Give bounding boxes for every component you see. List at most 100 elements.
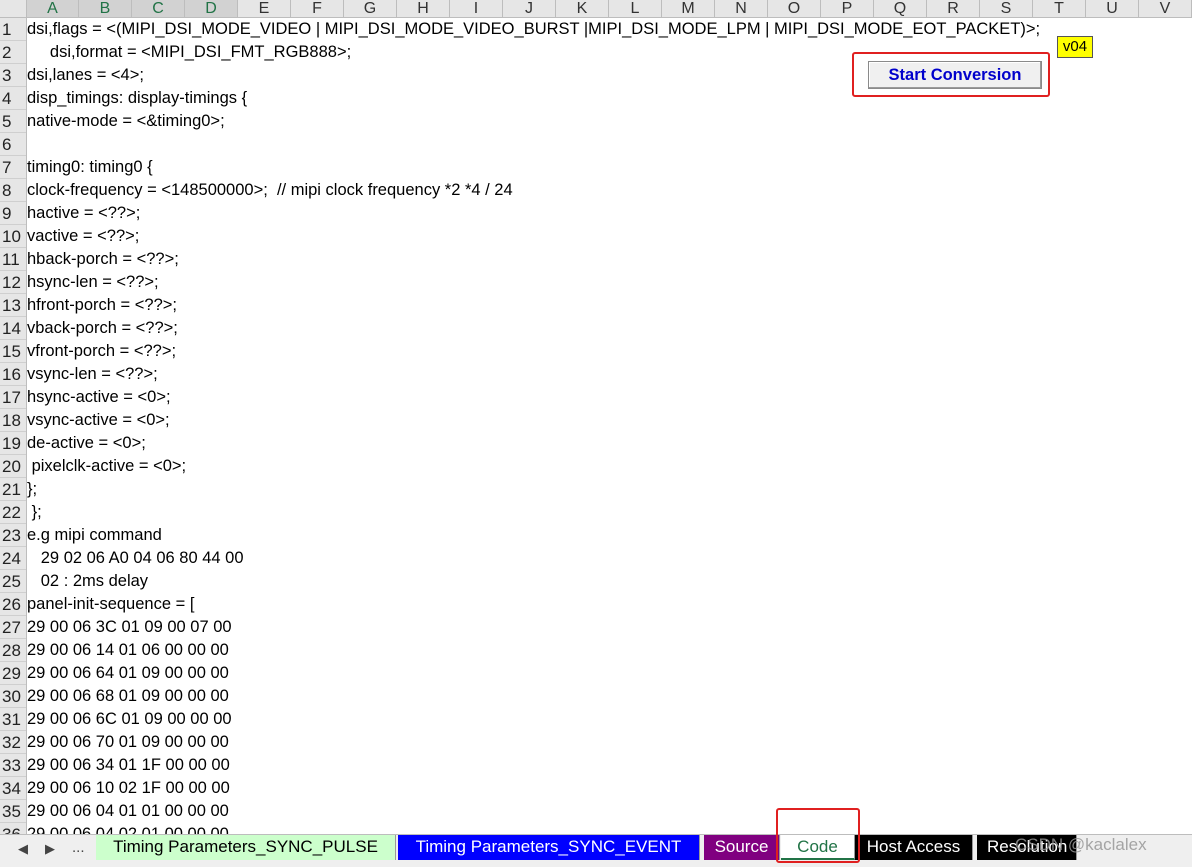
row-header-15[interactable]: 15 [0, 340, 26, 363]
cell-a24[interactable]: 29 02 06 A0 04 06 80 44 00 [27, 547, 1192, 570]
column-header-n[interactable]: N [715, 0, 768, 17]
cell-a29[interactable]: 29 00 06 64 01 09 00 00 00 [27, 662, 1192, 685]
column-header-s[interactable]: S [980, 0, 1033, 17]
cell-a30[interactable]: 29 00 06 68 01 09 00 00 00 [27, 685, 1192, 708]
tab-more-icon[interactable]: ... [72, 839, 85, 856]
cell-a17[interactable]: hsync-active = <0>; [27, 386, 1192, 409]
cell-a36[interactable]: 29 00 06 04 02 01 00 00 00 [27, 823, 1192, 834]
row-header-1[interactable]: 1 [0, 18, 26, 41]
cell-a13[interactable]: hfront-porch = <??>; [27, 294, 1192, 317]
row-header-35[interactable]: 35 [0, 800, 26, 823]
row-header-14[interactable]: 14 [0, 317, 26, 340]
cell-a1[interactable]: dsi,flags = <(MIPI_DSI_MODE_VIDEO | MIPI… [27, 18, 1192, 41]
cell-a23[interactable]: e.g mipi command [27, 524, 1192, 547]
row-header-7[interactable]: 7 [0, 156, 26, 179]
column-header-l[interactable]: L [609, 0, 662, 17]
column-header-u[interactable]: U [1086, 0, 1139, 17]
row-header-24[interactable]: 24 [0, 547, 26, 570]
row-header-17[interactable]: 17 [0, 386, 26, 409]
row-header-4[interactable]: 4 [0, 87, 26, 110]
cell-a32[interactable]: 29 00 06 70 01 09 00 00 00 [27, 731, 1192, 754]
cell-a31[interactable]: 29 00 06 6C 01 09 00 00 00 [27, 708, 1192, 731]
cell-a33[interactable]: 29 00 06 34 01 1F 00 00 00 [27, 754, 1192, 777]
tab-prev-icon[interactable]: ◀ [18, 841, 28, 857]
tab-next-icon[interactable]: ▶ [45, 841, 55, 857]
row-header-29[interactable]: 29 [0, 662, 26, 685]
column-header-e[interactable]: E [238, 0, 291, 17]
sheet-tab-host-access[interactable]: Host Access [855, 835, 973, 860]
row-header-19[interactable]: 19 [0, 432, 26, 455]
cell-a20[interactable]: pixelclk-active = <0>; [27, 455, 1192, 478]
select-all-corner[interactable] [0, 0, 27, 17]
column-header-c[interactable]: C [132, 0, 185, 17]
row-header-30[interactable]: 30 [0, 685, 26, 708]
sheet-tab-source[interactable]: Source [704, 835, 780, 860]
cell-a25[interactable]: 02 : 2ms delay [27, 570, 1192, 593]
sheet-tab-timing-parameters-sync-event[interactable]: Timing Parameters_SYNC_EVENT [398, 835, 700, 860]
cell-a27[interactable]: 29 00 06 3C 01 09 00 07 00 [27, 616, 1192, 639]
cell-a11[interactable]: hback-porch = <??>; [27, 248, 1192, 271]
column-header-j[interactable]: J [503, 0, 556, 17]
sheet-tab-code[interactable]: Code [781, 835, 855, 860]
cell-area[interactable]: dsi,flags = <(MIPI_DSI_MODE_VIDEO | MIPI… [27, 18, 1192, 834]
row-header-5[interactable]: 5 [0, 110, 26, 133]
row-header-27[interactable]: 27 [0, 616, 26, 639]
cell-a14[interactable]: vback-porch = <??>; [27, 317, 1192, 340]
column-header-r[interactable]: R [927, 0, 980, 17]
cell-a16[interactable]: vsync-len = <??>; [27, 363, 1192, 386]
cell-a5[interactable]: native-mode = <&timing0>; [27, 110, 1192, 133]
cell-a9[interactable]: hactive = <??>; [27, 202, 1192, 225]
cell-a12[interactable]: hsync-len = <??>; [27, 271, 1192, 294]
sheet-tab-timing-parameters-sync-pulse[interactable]: Timing Parameters_SYNC_PULSE [96, 835, 396, 860]
column-header-g[interactable]: G [344, 0, 397, 17]
column-header-v[interactable]: V [1139, 0, 1192, 17]
row-header-16[interactable]: 16 [0, 363, 26, 386]
column-header-o[interactable]: O [768, 0, 821, 17]
cell-a26[interactable]: panel-init-sequence = [ [27, 593, 1192, 616]
column-header-a[interactable]: A [27, 0, 79, 17]
row-header-6[interactable]: 6 [0, 133, 26, 156]
row-header-32[interactable]: 32 [0, 731, 26, 754]
cell-a35[interactable]: 29 00 06 04 01 01 00 00 00 [27, 800, 1192, 823]
column-header-q[interactable]: Q [874, 0, 927, 17]
cell-a10[interactable]: vactive = <??>; [27, 225, 1192, 248]
column-header-m[interactable]: M [662, 0, 715, 17]
column-header-h[interactable]: H [397, 0, 450, 17]
column-header-i[interactable]: I [450, 0, 503, 17]
row-header-26[interactable]: 26 [0, 593, 26, 616]
row-header-11[interactable]: 11 [0, 248, 26, 271]
row-header-31[interactable]: 31 [0, 708, 26, 731]
column-header-b[interactable]: B [79, 0, 132, 17]
row-header-10[interactable]: 10 [0, 225, 26, 248]
column-header-f[interactable]: F [291, 0, 344, 17]
cell-a22[interactable]: }; [27, 501, 1192, 524]
row-header-20[interactable]: 20 [0, 455, 26, 478]
row-header-33[interactable]: 33 [0, 754, 26, 777]
cell-a28[interactable]: 29 00 06 14 01 06 00 00 00 [27, 639, 1192, 662]
row-header-34[interactable]: 34 [0, 777, 26, 800]
row-header-8[interactable]: 8 [0, 179, 26, 202]
cell-a15[interactable]: vfront-porch = <??>; [27, 340, 1192, 363]
row-header-13[interactable]: 13 [0, 294, 26, 317]
row-header-21[interactable]: 21 [0, 478, 26, 501]
cell-a21[interactable]: }; [27, 478, 1192, 501]
row-header-25[interactable]: 25 [0, 570, 26, 593]
cell-a18[interactable]: vsync-active = <0>; [27, 409, 1192, 432]
cell-a34[interactable]: 29 00 06 10 02 1F 00 00 00 [27, 777, 1192, 800]
column-header-d[interactable]: D [185, 0, 238, 17]
column-header-k[interactable]: K [556, 0, 609, 17]
column-header-t[interactable]: T [1033, 0, 1086, 17]
row-header-18[interactable]: 18 [0, 409, 26, 432]
row-header-3[interactable]: 3 [0, 64, 26, 87]
cell-a7[interactable]: timing0: timing0 { [27, 156, 1192, 179]
row-header-23[interactable]: 23 [0, 524, 26, 547]
cell-a8[interactable]: clock-frequency = <148500000>; // mipi c… [27, 179, 1192, 202]
row-header-12[interactable]: 12 [0, 271, 26, 294]
start-conversion-button[interactable]: Start Conversion [868, 61, 1042, 89]
row-header-2[interactable]: 2 [0, 41, 26, 64]
column-header-p[interactable]: P [821, 0, 874, 17]
row-header-22[interactable]: 22 [0, 501, 26, 524]
cell-a19[interactable]: de-active = <0>; [27, 432, 1192, 455]
cell-a6[interactable] [27, 133, 1192, 156]
row-header-9[interactable]: 9 [0, 202, 26, 225]
